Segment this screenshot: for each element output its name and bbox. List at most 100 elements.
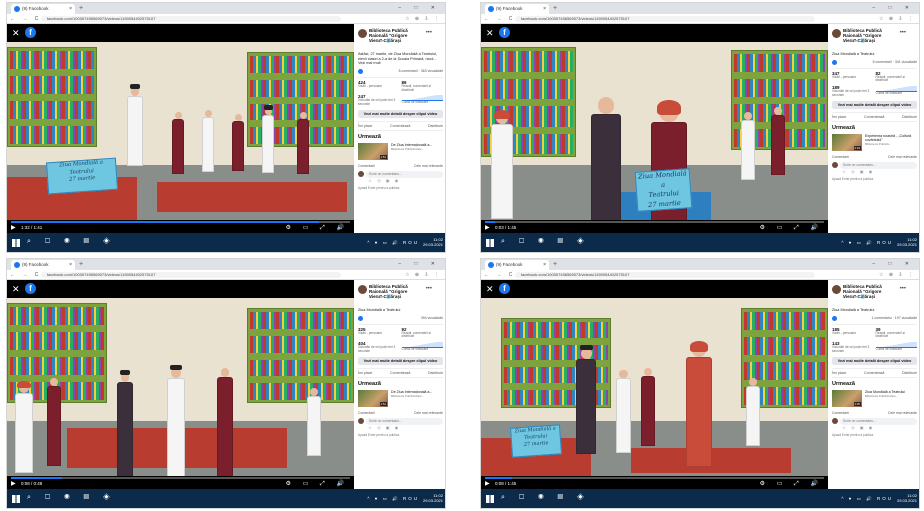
video-stage[interactable]: ✕ f ▶ 0:08 / 0:49 ⚙ ▭ ⤢ 🔊 [7,280,354,489]
like-button[interactable]: Îmi place [832,371,846,375]
comment-button[interactable]: Comentează [864,115,884,119]
comment-attachment-icons[interactable]: ☺ ◎ ▣ ◉ [368,178,443,183]
extension-icons[interactable]: ☆ ⊕ ⇩ ⋮ [879,14,915,24]
comment-attachment-icons[interactable]: ☺ ◎ ▣ ◉ [842,425,917,430]
url-field[interactable]: facebook.com/100057496569073/videos/1159… [515,272,815,278]
reaction-icons[interactable] [358,68,363,74]
like-button[interactable]: Îmi place [358,124,372,128]
window-controls[interactable]: – □ ✕ [398,259,441,270]
reaction-icons[interactable] [832,59,837,65]
system-tray[interactable]: ^ ● ▭ 🔊 ROU [367,240,419,246]
see-more-details-button[interactable]: Vezi mai multe detalii despre clipul vid… [832,100,917,109]
new-tab-button[interactable]: + [553,259,557,270]
new-tab-button[interactable]: + [79,259,83,270]
up-next-item[interactable]: 2:34 Experiența noastră - „Cultură cuvân… [832,133,917,151]
comment-button[interactable]: Comentează [390,124,410,128]
more-options-icon[interactable]: ••• [426,30,432,36]
like-button[interactable]: Îmi place [832,115,846,119]
reaction-stats[interactable]: 1 comentariu · 197 vizualizări [871,316,917,321]
close-video-icon[interactable]: ✕ [12,284,20,295]
facebook-logo-icon[interactable]: f [499,27,510,38]
system-tray[interactable]: ^ ● ▭ 🔊 ROU [841,496,893,502]
taskbar-clock[interactable]: 11:02 29.03.2021 [897,493,917,503]
windows-start-icon[interactable] [12,239,20,247]
share-button[interactable]: Distribuie [428,124,443,128]
play-icon[interactable]: ▶ [11,224,16,231]
url-field[interactable]: facebook.com/100057496569073/videos/1159… [515,16,815,22]
tab-close-icon[interactable]: × [69,260,72,270]
windows-start-icon[interactable] [486,239,494,247]
reaction-stats[interactable]: 5 comentarii · 341 vizualizări [873,60,917,65]
up-next-thumbnail[interactable]: 1:51 [358,389,388,407]
share-button[interactable]: Distribuie [902,371,917,375]
progress-bar[interactable] [11,221,350,223]
comment-input[interactable]: Scrie un comentariu... [840,417,917,425]
close-video-icon[interactable]: ✕ [486,28,494,39]
facebook-logo-icon[interactable]: f [499,283,510,294]
more-options-icon[interactable]: ••• [900,30,906,36]
player-settings-icons[interactable]: ⚙ ▭ ⤢ 🔊 [760,224,823,232]
player-settings-icons[interactable]: ⚙ ▭ ⤢ 🔊 [286,480,349,488]
page-avatar[interactable] [358,29,367,38]
up-next-thumbnail[interactable]: 1:45 [832,389,862,407]
browser-tab[interactable]: (9) Facebook × [11,260,75,270]
extension-icons[interactable]: ☆ ⊕ ⇩ ⋮ [405,14,441,24]
comment-attachment-icons[interactable]: ☺ ◎ ▣ ◉ [368,425,443,430]
facebook-logo-icon[interactable]: f [25,27,36,38]
comment-input[interactable]: Scrie un comentariu... [366,417,443,425]
reaction-stats[interactable]: 8 comentarii · 363 vizualizări [399,69,443,74]
nav-buttons[interactable]: ← → C [484,270,515,280]
nav-buttons[interactable]: ← → C [484,14,515,24]
comments-sort[interactable]: Cele mai relevante [888,411,917,415]
comment-button[interactable]: Comentează [864,371,884,375]
up-next-item[interactable]: 1:51 De Ziua Internațională a... Bibliote… [358,142,443,160]
reaction-icons[interactable] [358,315,363,321]
play-icon[interactable]: ▶ [485,224,490,231]
tab-close-icon[interactable]: × [543,4,546,14]
progress-bar[interactable] [485,477,824,479]
up-next-title[interactable]: Experiența noastră - „Cultură cuvântului… [865,134,911,142]
see-more-details-button[interactable]: Vezi mai multe detalii despre clipul vid… [358,356,443,365]
taskbar-app-icons[interactable]: ⌕ ▢ ◉ ▤ ◈ [27,238,116,246]
taskbar-app-icons[interactable]: ⌕ ▢ ◉ ▤ ◈ [501,238,590,246]
window-controls[interactable]: – □ ✕ [872,259,915,270]
page-avatar[interactable] [832,285,841,294]
up-next-thumbnail[interactable]: 1:51 [358,142,388,160]
page-avatar[interactable] [358,285,367,294]
reaction-stats[interactable]: 394 vizualizări [421,316,443,321]
taskbar-app-icons[interactable]: ⌕ ▢ ◉ ▤ ◈ [27,494,116,502]
page-avatar[interactable] [832,29,841,38]
play-icon[interactable]: ▶ [11,480,16,487]
facebook-logo-icon[interactable]: f [25,283,36,294]
more-options-icon[interactable]: ••• [900,286,906,292]
progress-bar[interactable] [11,477,350,479]
taskbar-clock[interactable]: 11:02 29.03.2021 [423,237,443,247]
extension-icons[interactable]: ☆ ⊕ ⇩ ⋮ [879,270,915,280]
url-field[interactable]: facebook.com/100057496569073/videos/1159… [41,272,341,278]
progress-bar[interactable] [485,221,824,223]
comments-sort[interactable]: Cele mai relevante [414,164,443,168]
nav-buttons[interactable]: ← → C [10,270,41,280]
browser-tab[interactable]: (9) Facebook × [485,260,549,270]
taskbar-clock[interactable]: 11:02 29.03.2021 [897,237,917,247]
url-field[interactable]: facebook.com/100057496569073/videos/1159… [41,16,341,22]
system-tray[interactable]: ^ ● ▭ 🔊 ROU [367,496,419,502]
comment-input[interactable]: Scrie un comentariu... [840,161,917,169]
play-icon[interactable]: ▶ [485,480,490,487]
tab-close-icon[interactable]: × [543,260,546,270]
comments-sort[interactable]: Cele mai relevante [414,411,443,415]
up-next-item[interactable]: 1:45 Ziua Mondială a Teatrului Biblioteca… [832,389,917,407]
close-video-icon[interactable]: ✕ [486,284,494,295]
up-next-item[interactable]: 1:51 De Ziua Internațională a... Bibliote… [358,389,443,407]
video-stage[interactable]: ✕ f Ziua Mondială a Teatrului 27 martie ▶ … [481,24,828,233]
extension-icons[interactable]: ☆ ⊕ ⇩ ⋮ [405,270,441,280]
windows-start-icon[interactable] [486,495,494,503]
reaction-icons[interactable] [832,315,837,321]
system-tray[interactable]: ^ ● ▭ 🔊 ROU [841,240,893,246]
windows-start-icon[interactable] [12,495,20,503]
share-button[interactable]: Distribuie [428,371,443,375]
up-next-thumbnail[interactable]: 2:34 [832,133,862,151]
close-video-icon[interactable]: ✕ [12,28,20,39]
new-tab-button[interactable]: + [553,3,557,14]
see-more-details-button[interactable]: Vezi mai multe detalii despre clipul vid… [832,356,917,365]
